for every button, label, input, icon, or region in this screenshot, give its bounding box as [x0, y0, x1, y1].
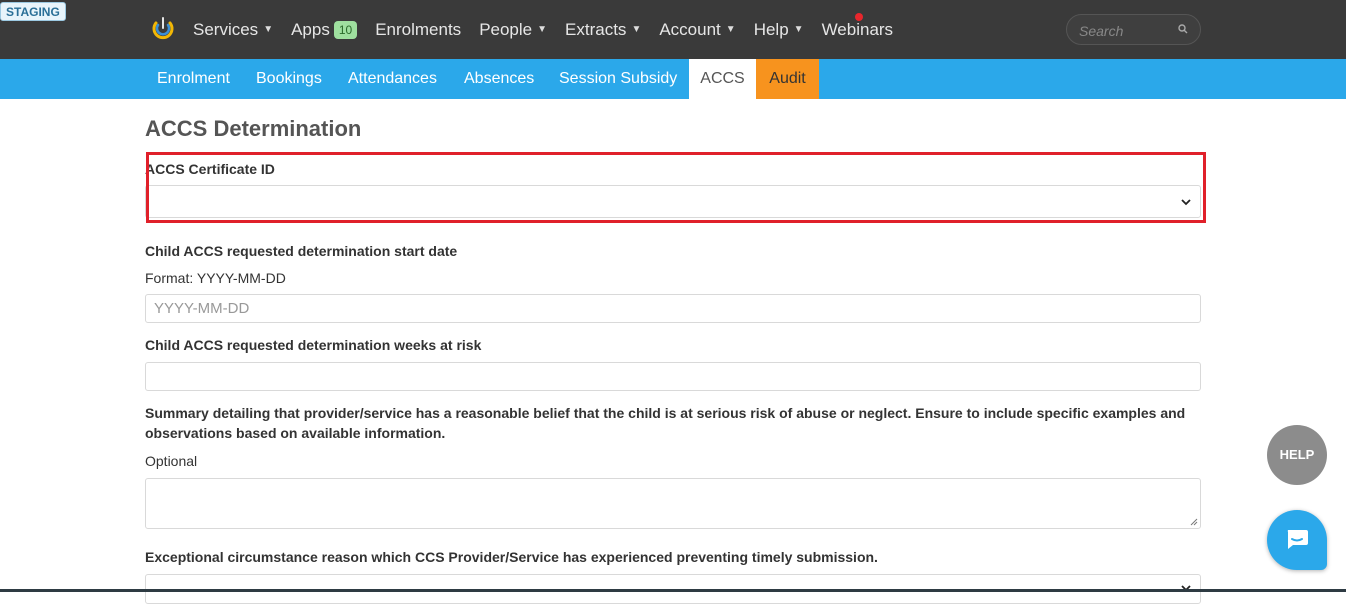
highlight-box	[146, 152, 1206, 223]
caret-down-icon: ▼	[537, 24, 548, 35]
nav-account[interactable]: Account ▼	[659, 20, 735, 40]
tab-absences[interactable]: Absences	[464, 59, 534, 99]
nav-services[interactable]: Services ▼	[193, 20, 273, 40]
tab-enrolment[interactable]: Enrolment	[157, 59, 230, 99]
tab-audit[interactable]: Audit	[756, 59, 819, 99]
main-nav: Services ▼ Apps 10 Enrolments People ▼ E…	[193, 0, 911, 59]
tab-session-subsidy[interactable]: Session Subsidy	[559, 59, 677, 99]
notification-dot	[855, 13, 863, 21]
chat-button[interactable]	[1267, 510, 1327, 570]
search-icon[interactable]	[1178, 24, 1188, 34]
nav-people-label: People	[479, 19, 533, 39]
caret-down-icon: ▼	[263, 24, 274, 35]
tab-bookings[interactable]: Bookings	[256, 59, 322, 99]
tab-accs[interactable]: ACCS	[689, 59, 756, 99]
caret-down-icon: ▼	[631, 24, 642, 35]
page-title: ACCS Determination	[145, 116, 362, 141]
start-date-label: Child ACCS requested determination start…	[145, 243, 458, 259]
nav-enrolments[interactable]: Enrolments	[375, 20, 461, 40]
summary-hint: Optional	[145, 453, 198, 469]
nav-webinars[interactable]: Webinars	[822, 20, 894, 40]
search-input[interactable]	[1077, 21, 1176, 41]
weeks-at-risk-label: Child ACCS requested determination weeks…	[145, 337, 482, 353]
chat-icon	[1287, 530, 1308, 549]
top-navbar: STAGING Services ▼ Apps 10 Enrolments Pe…	[0, 0, 1346, 59]
nav-help[interactable]: Help ▼	[754, 20, 804, 40]
nav-help-label: Help	[753, 19, 789, 39]
app-logo-icon[interactable]	[150, 15, 176, 41]
start-date-input[interactable]	[146, 295, 1200, 322]
summary-label-line1: Summary detailing that provider/service …	[145, 405, 1186, 421]
nav-account-label: Account	[659, 19, 721, 39]
start-date-field	[145, 294, 1201, 323]
summary-label: Summary detailing that provider/service …	[145, 405, 1201, 441]
start-date-hint: Format: YYYY-MM-DD	[145, 270, 286, 286]
nav-apps[interactable]: Apps 10	[291, 19, 358, 40]
resize-handle-icon[interactable]	[1190, 518, 1198, 526]
summary-label-line2: observations based on available informat…	[145, 425, 446, 441]
weeks-at-risk-field	[145, 362, 1201, 391]
nav-people[interactable]: People ▼	[479, 20, 547, 40]
nav-extracts-label: Extracts	[565, 19, 627, 39]
nav-enrolments-label: Enrolments	[375, 19, 462, 39]
help-button[interactable]: HELP	[1267, 425, 1327, 485]
nav-webinars-label: Webinars	[821, 19, 894, 39]
caret-down-icon: ▼	[793, 24, 804, 35]
caret-down-icon: ▼	[725, 24, 736, 35]
nav-services-label: Services	[193, 19, 259, 39]
summary-textarea[interactable]	[145, 478, 1201, 529]
weeks-at-risk-input[interactable]	[146, 363, 1200, 390]
sub-nav: Enrolment Bookings Attendances Absences …	[0, 59, 1346, 99]
search-box	[1066, 14, 1201, 45]
exceptional-label: Exceptional circumstance reason which CC…	[145, 549, 878, 565]
apps-count-badge: 10	[333, 20, 358, 39]
nav-extracts[interactable]: Extracts ▼	[565, 20, 641, 40]
environment-badge: STAGING	[0, 2, 66, 21]
tab-attendances[interactable]: Attendances	[348, 59, 437, 99]
nav-apps-label: Apps	[291, 19, 330, 39]
